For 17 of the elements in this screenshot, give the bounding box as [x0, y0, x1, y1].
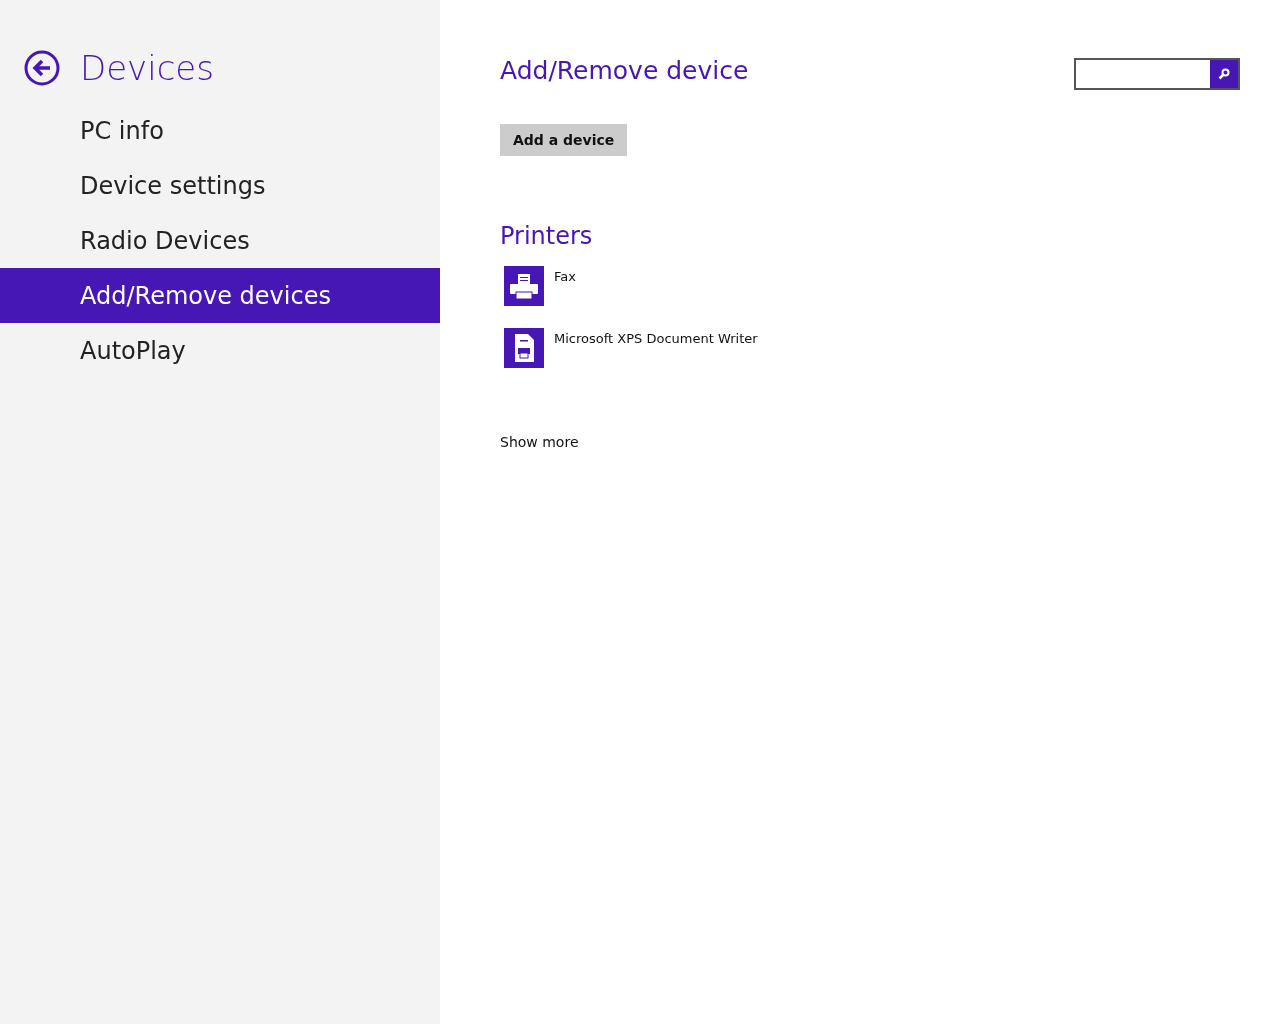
document-printer-icon — [504, 328, 544, 368]
add-device-button[interactable]: Add a device — [500, 124, 628, 156]
sidebar-item[interactable]: PC info — [0, 103, 440, 158]
show-more-link[interactable]: Show more — [500, 434, 579, 450]
search-icon — [1218, 68, 1230, 80]
sidebar-item[interactable]: Add/Remove devices — [0, 268, 440, 323]
section-title: Add/Remove device — [500, 56, 749, 85]
printer-icon — [504, 266, 544, 306]
search-button[interactable] — [1210, 60, 1238, 88]
sidebar-item[interactable]: Device settings — [0, 158, 440, 213]
printers-heading: Printers — [500, 222, 594, 250]
page-title: Devices — [80, 48, 214, 88]
printer-name[interactable]: Microsoft XPS Document Writer — [554, 331, 758, 346]
printer-name[interactable]: Fax — [554, 269, 576, 284]
sidebar-item[interactable]: Radio Devices — [0, 213, 440, 268]
sidebar-item[interactable]: AutoPlay — [0, 323, 440, 378]
search-field[interactable] — [1074, 58, 1240, 90]
